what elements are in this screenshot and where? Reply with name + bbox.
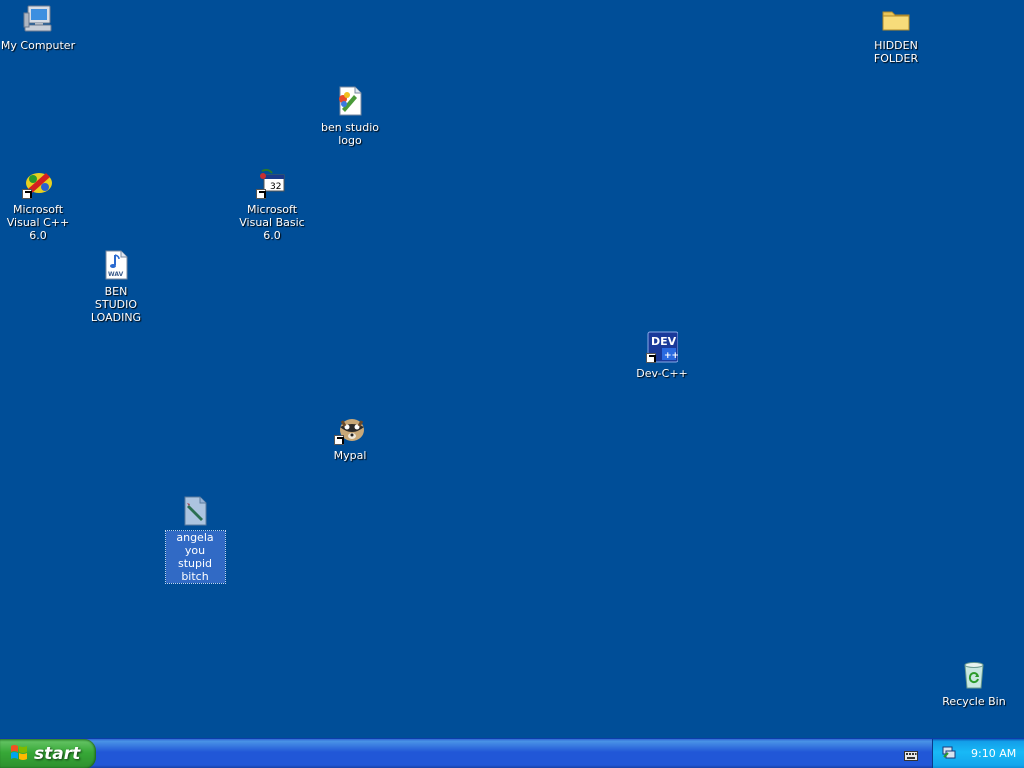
desktop-icon-label: ben studio logo: [320, 121, 379, 147]
svg-text:++: ++: [664, 351, 678, 361]
desktop-icon-visual-cpp[interactable]: Microsoft Visual C++ 6.0: [0, 166, 78, 242]
taskbar[interactable]: start 9:10 AM: [0, 738, 1024, 768]
wav-file-icon: WAV: [99, 248, 133, 282]
mypal-icon: [333, 412, 367, 446]
shortcut-arrow-icon: [334, 435, 344, 445]
desktop-icon-label: BEN STUDIO LOADING: [90, 285, 142, 324]
desktop-icon-label: My Computer: [0, 39, 76, 52]
desktop-icon-label: Recycle Bin: [942, 695, 1006, 708]
visual-cpp-icon: [21, 166, 55, 200]
start-label: start: [34, 744, 81, 764]
paint-file-icon: [333, 84, 367, 118]
desktop-icon-ben-studio-loading[interactable]: WAV BEN STUDIO LOADING: [76, 248, 156, 324]
desktop-icon-my-computer[interactable]: My Computer: [0, 2, 78, 52]
svg-text:WAV: WAV: [108, 271, 124, 278]
shortcut-arrow-icon: [646, 353, 656, 363]
desktop-icon-label: Microsoft Visual C++ 6.0: [6, 203, 70, 242]
desktop-icon-label: HIDDEN FOLDER: [873, 39, 919, 65]
svg-text:32: 32: [270, 182, 281, 192]
svg-text:DEV: DEV: [651, 335, 677, 348]
keyboard-icon[interactable]: [904, 747, 918, 761]
network-icon[interactable]: [941, 744, 957, 764]
paint-file-icon: [178, 494, 212, 528]
desktop-icon-recycle-bin[interactable]: Recycle Bin: [934, 658, 1014, 708]
desktop-icon-mypal[interactable]: Mypal: [310, 412, 390, 462]
desktop-icon-hidden-folder[interactable]: HIDDEN FOLDER: [856, 2, 936, 65]
dev-cpp-icon: DEV ++: [645, 330, 679, 364]
start-button[interactable]: start: [0, 739, 96, 768]
windows-flag-icon: [10, 743, 28, 765]
my-computer-icon: [21, 2, 55, 36]
desktop-icon-label: Mypal: [333, 449, 367, 462]
folder-icon: [879, 2, 913, 36]
desktop-icon-angela[interactable]: angela you stupid bitch: [155, 494, 235, 584]
desktop-icon-label: Dev-C++: [636, 367, 688, 380]
desktop-icon-dev-cpp[interactable]: DEV ++ Dev-C++: [622, 330, 702, 380]
desktop-icon-visual-basic[interactable]: 32 Microsoft Visual Basic 6.0: [232, 166, 312, 242]
clock[interactable]: 9:10 AM: [971, 747, 1016, 760]
shortcut-arrow-icon: [22, 189, 32, 199]
desktop-icon-label: angela you stupid bitch: [164, 530, 226, 584]
recycle-bin-icon: [957, 658, 991, 692]
system-tray: 9:10 AM: [932, 739, 1024, 768]
desktop-icon-ben-studio-logo[interactable]: ben studio logo: [310, 84, 390, 147]
visual-basic-icon: 32: [255, 166, 289, 200]
shortcut-arrow-icon: [256, 189, 266, 199]
desktop-icon-label: Microsoft Visual Basic 6.0: [239, 203, 305, 242]
desktop[interactable]: My Computer HIDDEN FOLDER ben studio log…: [0, 0, 1024, 738]
